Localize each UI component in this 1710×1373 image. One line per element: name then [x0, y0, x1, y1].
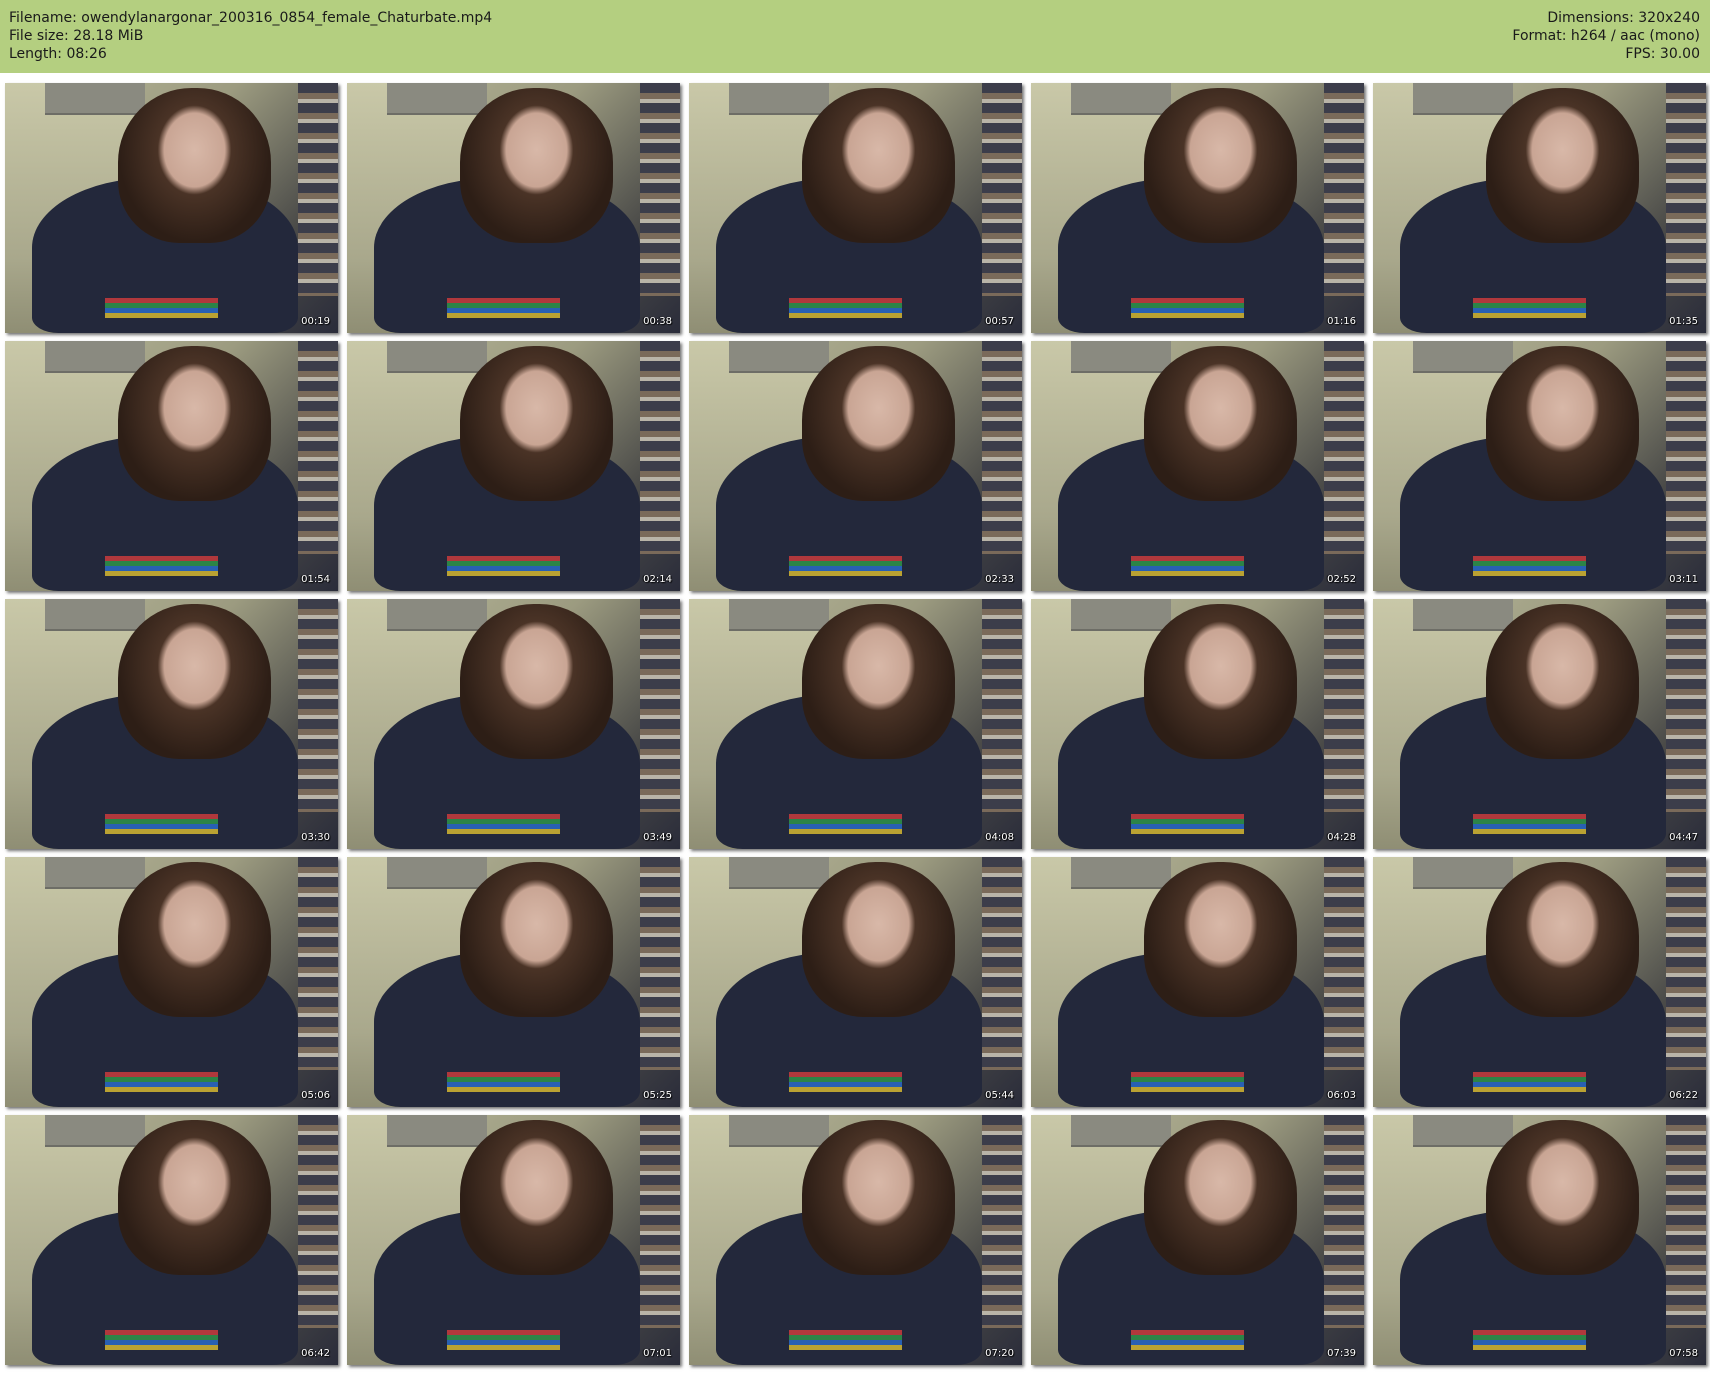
thumbnail-timestamp: 02:33	[985, 574, 1014, 585]
length-text: Length: 08:26	[9, 46, 107, 62]
filesize-text: File size: 28.18 MiB	[9, 28, 144, 44]
thumbnail: 02:14	[347, 341, 680, 591]
thumbnail: 01:16	[1031, 83, 1364, 333]
thumbnail: 07:58	[1373, 1115, 1706, 1365]
thumbnail: 06:22	[1373, 857, 1706, 1107]
dimensions-text: Dimensions: 320x240	[1547, 10, 1700, 26]
thumbnail-timestamp: 06:42	[301, 1348, 330, 1359]
thumbnail: 01:35	[1373, 83, 1706, 333]
thumbnail-timestamp: 03:49	[643, 832, 672, 843]
thumbnail-timestamp: 05:06	[301, 1090, 330, 1101]
thumbnail-timestamp: 05:25	[643, 1090, 672, 1101]
thumbnail: 04:28	[1031, 599, 1364, 849]
info-header: Filename: owendylanargonar_200316_0854_f…	[0, 0, 1710, 73]
thumbnail-timestamp: 03:30	[301, 832, 330, 843]
thumbnail: 04:47	[1373, 599, 1706, 849]
thumbnail-timestamp: 00:19	[301, 316, 330, 327]
thumbnail: 02:33	[689, 341, 1022, 591]
thumbnail: 03:49	[347, 599, 680, 849]
thumbnail: 06:03	[1031, 857, 1364, 1107]
thumbnail: 06:42	[5, 1115, 338, 1365]
thumbnail: 04:08	[689, 599, 1022, 849]
thumbnail-timestamp: 02:14	[643, 574, 672, 585]
thumbnail: 07:39	[1031, 1115, 1364, 1365]
thumbnail-timestamp: 04:28	[1327, 832, 1356, 843]
thumbnail-timestamp: 06:03	[1327, 1090, 1356, 1101]
thumbnail-timestamp: 01:54	[301, 574, 330, 585]
thumbnail-timestamp: 00:57	[985, 316, 1014, 327]
format-text: Format: h264 / aac (mono)	[1512, 28, 1700, 44]
thumbnail: 00:57	[689, 83, 1022, 333]
thumbnail-timestamp: 01:35	[1669, 316, 1698, 327]
thumbnail: 07:01	[347, 1115, 680, 1365]
thumbnail: 03:11	[1373, 341, 1706, 591]
thumbnail: 01:54	[5, 341, 338, 591]
thumbnail: 02:52	[1031, 341, 1364, 591]
filename-text: Filename: owendylanargonar_200316_0854_f…	[9, 10, 493, 26]
file-info-right: Dimensions: 320x240 Format: h264 / aac (…	[1512, 9, 1700, 63]
thumbnail-timestamp: 07:01	[643, 1348, 672, 1359]
file-info-left: Filename: owendylanargonar_200316_0854_f…	[9, 9, 492, 63]
thumbnail: 07:20	[689, 1115, 1022, 1365]
thumbnail: 00:38	[347, 83, 680, 333]
thumbnail-timestamp: 02:52	[1327, 574, 1356, 585]
thumbnail: 05:44	[689, 857, 1022, 1107]
thumbnail-timestamp: 04:47	[1669, 832, 1698, 843]
thumbnail-timestamp: 05:44	[985, 1090, 1014, 1101]
thumbnail: 03:30	[5, 599, 338, 849]
thumbnail-timestamp: 07:58	[1669, 1348, 1698, 1359]
thumbnail: 00:19	[5, 83, 338, 333]
thumbnail-timestamp: 06:22	[1669, 1090, 1698, 1101]
thumbnail-timestamp: 00:38	[643, 316, 672, 327]
thumbnail-timestamp: 04:08	[985, 832, 1014, 843]
thumbnail: 05:06	[5, 857, 338, 1107]
thumbnail-grid: 00:19 00:38 00:57 01:16 01:35 01:54 02:1…	[5, 83, 1707, 1367]
thumbnail: 05:25	[347, 857, 680, 1107]
thumbnail-timestamp: 03:11	[1669, 574, 1698, 585]
thumbnail-timestamp: 07:39	[1327, 1348, 1356, 1359]
fps-text: FPS: 30.00	[1625, 46, 1700, 62]
thumbnail-timestamp: 07:20	[985, 1348, 1014, 1359]
thumbnail-timestamp: 01:16	[1327, 316, 1356, 327]
